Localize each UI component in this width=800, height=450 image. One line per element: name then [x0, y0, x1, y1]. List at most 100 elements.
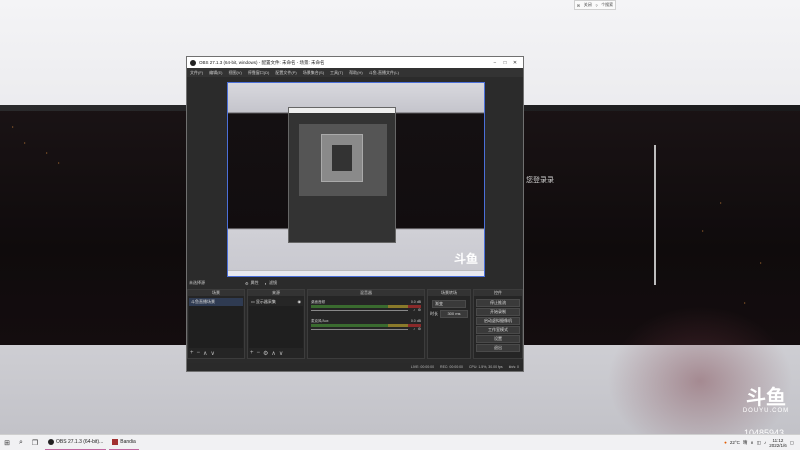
- douyu-tray-icon[interactable]: ●: [724, 440, 727, 445]
- add-scene-button[interactable]: +: [190, 350, 194, 356]
- toolbar-search-label[interactable]: 个搜索: [601, 2, 613, 8]
- start-virtual-camera-button[interactable]: 启动虚拟摄像机: [476, 317, 520, 325]
- network-icon[interactable]: ◫: [757, 440, 761, 446]
- obs-logo-icon: [190, 59, 196, 66]
- sources-header: 来源: [248, 290, 304, 296]
- source-settings-button[interactable]: ⚙: [263, 350, 268, 357]
- volume-slider[interactable]: [311, 329, 408, 330]
- douyu-logo-text: DOUYU.COM: [742, 408, 790, 414]
- ember-particle: •: [24, 140, 26, 145]
- add-source-button[interactable]: +: [250, 350, 254, 356]
- nested-obs-titlebar: [289, 108, 395, 113]
- bitrate-status: kb/s: 0: [508, 365, 519, 369]
- task-view-icon[interactable]: ❐: [30, 438, 40, 448]
- mixer-header: 混音器: [308, 290, 424, 296]
- menu-file[interactable]: 文件(F): [190, 70, 203, 76]
- obs-preview[interactable]: 斗鱼: [227, 82, 485, 277]
- live-status: LIVE: 00:00:00: [410, 365, 435, 369]
- mail-icon[interactable]: ✉: [577, 3, 580, 8]
- transition-select[interactable]: 渐变: [432, 300, 466, 308]
- nested-recursive-inner: [332, 145, 352, 171]
- source-item-label: 显示器采集: [255, 299, 276, 304]
- toolbar-close-label[interactable]: 关闭: [584, 2, 592, 8]
- ember-particle: •: [702, 228, 704, 233]
- remove-scene-button[interactable]: −: [197, 350, 201, 356]
- settings-button[interactable]: 设置: [476, 335, 520, 343]
- move-down-button[interactable]: ∨: [210, 350, 214, 357]
- menu-scene-collection[interactable]: 场景集合(S): [303, 70, 324, 76]
- windows-start-icon[interactable]: ⊞: [2, 438, 12, 448]
- rec-status: REC: 00:00:00: [440, 365, 464, 369]
- system-tray: ● 22°C 晴 ∧ ◫ ♪ 11:12 2022/1/6 ▢: [724, 438, 800, 448]
- gear-icon[interactable]: ⚙: [245, 281, 249, 286]
- ember-particle: •: [720, 200, 722, 205]
- scenes-dock: 场景 斗鱼直播场景 + − ∧ ∨: [187, 289, 245, 359]
- track-name: 桌面音频: [311, 300, 325, 304]
- taskbar-app-label: Bandia: [120, 439, 136, 445]
- gear-icon[interactable]: ⚙: [418, 308, 421, 312]
- track-db: 0.0 dB: [410, 319, 421, 323]
- cpu-status: CPU: 1.5%, 30.00 fps: [469, 365, 503, 369]
- menu-douyu[interactable]: 斗鱼-直播文件(L): [369, 70, 399, 76]
- obs-menubar: 文件(F) 编辑(E) 视图(V) 停靠窗口(D) 配置文件(P) 场景集合(S…: [187, 68, 523, 77]
- sources-footer: + − ⚙ ∧ ∨: [250, 349, 302, 357]
- move-up-button[interactable]: ∧: [271, 350, 275, 357]
- source-item[interactable]: ▭ 显示器采集 ◉: [249, 298, 303, 306]
- menu-edit[interactable]: 编辑(E): [209, 70, 222, 76]
- taskbar-app-obs[interactable]: OBS 27.1.3 (64-bit)...: [45, 436, 107, 450]
- minimize-icon[interactable]: −: [490, 60, 500, 66]
- move-down-button[interactable]: ∨: [279, 350, 283, 357]
- obs-titlebar[interactable]: OBS 27.1.3 (64-bit, windows) - 配置文件: 未命名…: [187, 57, 523, 68]
- volume-meter: [311, 305, 421, 308]
- ember-particle: •: [760, 260, 762, 265]
- weather-temp: 22°C: [729, 440, 740, 445]
- scene-item[interactable]: 斗鱼直播场景: [189, 298, 243, 306]
- properties-button[interactable]: 属性: [251, 280, 259, 286]
- clock-date: 2022/1/6: [769, 442, 787, 448]
- taskbar-app-label: OBS 27.1.3 (64-bit)...: [56, 439, 104, 445]
- stop-streaming-button[interactable]: 停止推流: [476, 299, 520, 307]
- controls-dock: 控件 停止推流 开始录制 启动虚拟摄像机 工作室模式 设置 退出: [473, 289, 523, 359]
- scenes-header: 场景: [188, 290, 244, 296]
- volume-icon[interactable]: ♪: [764, 440, 766, 445]
- menu-docks[interactable]: 停靠窗口(D): [248, 70, 270, 76]
- notification-icon[interactable]: ▢: [790, 440, 794, 446]
- speaker-icon[interactable]: ♪: [413, 308, 415, 312]
- search-icon[interactable]: ⌕: [16, 438, 26, 448]
- duration-row: 时长 300 ms: [430, 310, 468, 318]
- no-source-selected-label: 未选择源: [189, 280, 205, 285]
- start-recording-button[interactable]: 开始录制: [476, 308, 520, 316]
- menu-help[interactable]: 帮助(H): [349, 70, 363, 76]
- filters-button[interactable]: 滤镜: [269, 280, 277, 286]
- volume-slider[interactable]: [311, 310, 408, 311]
- gear-icon[interactable]: ⚙: [418, 327, 421, 331]
- close-icon[interactable]: ✕: [510, 60, 520, 66]
- menu-profile[interactable]: 配置文件(P): [275, 70, 296, 76]
- ember-particle: •: [12, 124, 14, 129]
- filter-icon[interactable]: ◐: [265, 281, 267, 286]
- maximize-icon[interactable]: □: [500, 60, 510, 66]
- weather-desc: 晴: [742, 439, 748, 445]
- sources-dock: 来源 ▭ 显示器采集 ◉ + − ⚙ ∧ ∨: [247, 289, 305, 359]
- douyu-logo-mark: 斗鱼: [746, 387, 786, 409]
- floating-mini-toolbar[interactable]: ✉ 关闭 ? 个搜索: [574, 0, 616, 10]
- speaker-icon[interactable]: ♪: [413, 327, 415, 331]
- move-up-button[interactable]: ∧: [203, 350, 207, 357]
- preview-capture: 斗鱼: [228, 83, 484, 276]
- help-icon[interactable]: ?: [595, 3, 597, 8]
- eye-icon[interactable]: ◉: [298, 299, 302, 304]
- windows-taskbar: ⊞ ⌕ ❐ OBS 27.1.3 (64-bit)... Bandia ● 22…: [0, 434, 800, 450]
- menu-view[interactable]: 视图(V): [228, 70, 241, 76]
- obs-app-icon: [48, 439, 54, 445]
- nested-recursive-frame: [321, 134, 363, 182]
- duration-field[interactable]: 300 ms: [440, 310, 468, 318]
- studio-mode-button[interactable]: 工作室模式: [476, 326, 520, 334]
- taskbar-clock[interactable]: 11:12 2022/1/6: [769, 438, 787, 448]
- remove-source-button[interactable]: −: [257, 350, 261, 356]
- taskbar-app-second[interactable]: Bandia: [109, 436, 139, 450]
- menu-tools[interactable]: 工具(T): [330, 70, 343, 76]
- controls-buttons: 停止推流 开始录制 启动虚拟摄像机 工作室模式 设置 退出: [474, 298, 522, 353]
- obs-statusbar: LIVE: 00:00:00 REC: 00:00:00 CPU: 1.5%, …: [187, 363, 523, 371]
- chevron-up-icon[interactable]: ∧: [750, 440, 753, 446]
- exit-button[interactable]: 退出: [476, 344, 520, 352]
